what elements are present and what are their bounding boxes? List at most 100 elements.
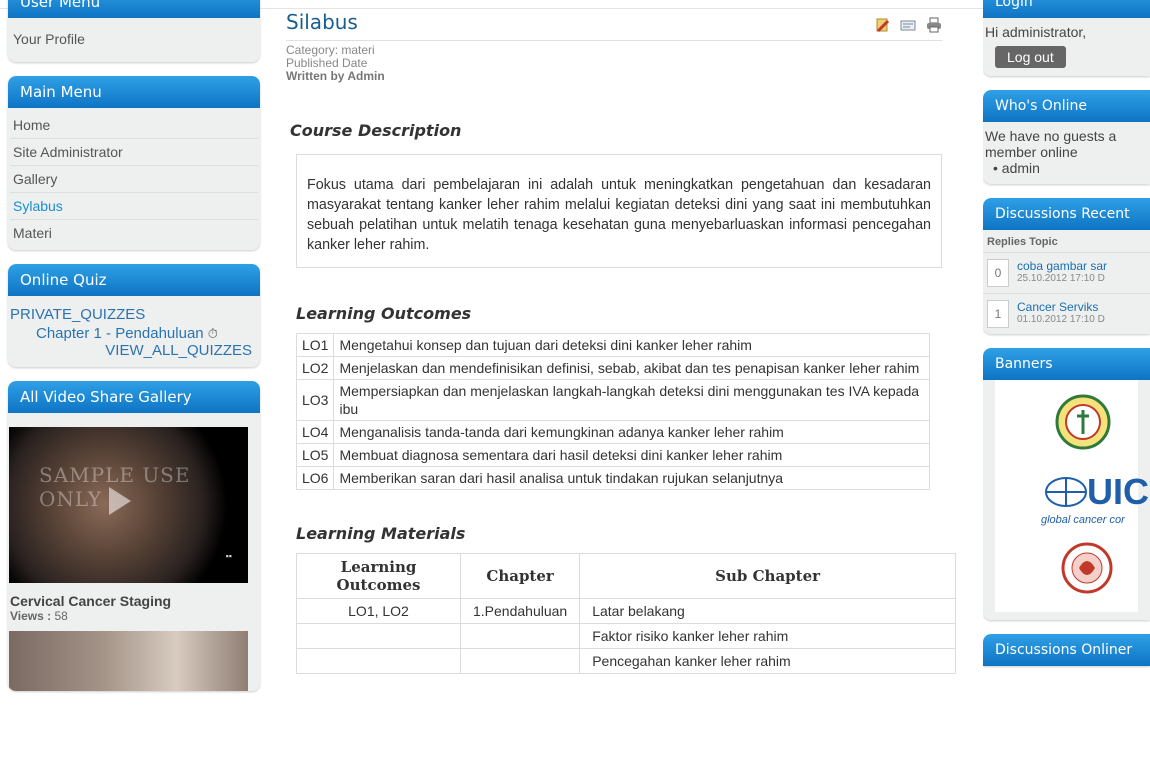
online-member-name[interactable]: admin [1002,160,1040,176]
email-icon[interactable] [900,14,916,31]
lo-text: Membuat diagnosa sementara dari hasil de… [333,443,930,467]
menu-item-your-profile[interactable]: Your Profile [10,26,258,52]
video-logo-icon: ▪▪ [225,551,232,561]
mat-chapter: 1.Pendahuluan [459,598,581,624]
mat-sub: Pencegahan kanker leher rahim [579,648,956,674]
topic-date: 01.10.2012 17:10 D [1017,314,1105,325]
table-row: LO3 Mempersiapkan dan menjelaskan langkah… [295,379,930,421]
list-item: 0 coba gambar sar 25.10.2012 17:10 D [983,253,1150,294]
table-row: LO2 Menjelaskan dan mendefinisikan defini… [295,356,930,380]
mat-sub: Faktor risiko kanker leher rahim [579,623,956,649]
table-row: LO1 Mengetahui konsep dan tujuan dari det… [295,333,930,357]
lo-text: Mempersiapkan dan menjelaskan langkah-la… [333,379,930,421]
view-all-quizzes-link[interactable]: VIEW_ALL_QUIZZES [8,342,260,359]
learning-outcomes-table: LO1 Mengetahui konsep dan tujuan dari det… [295,333,930,490]
lo-text: Menjelaskan dan mendefinisikan definisi,… [333,356,930,380]
uicc-subtext: global cancer cor [1041,514,1126,526]
edit-icon[interactable] [874,14,890,33]
table-row: LO4 Menganalisis tanda-tanda dari kemungk… [295,420,930,444]
topic-link[interactable]: coba gambar sar [1017,259,1107,273]
uicc-text: UICC [1087,471,1150,512]
login-greeting: Hi administrator, [985,24,1087,40]
table-header-row: Learning Outcomes Chapter Sub Chapter [296,553,956,599]
article-meta: Category: materi Published Date Written … [286,44,942,83]
lo-code: LO2 [295,356,335,380]
article-title-bar: Silabus [286,10,942,41]
video-thumbnail-2[interactable] [9,631,248,691]
video-title[interactable]: Cervical Cancer Staging [8,587,260,609]
discussions-header: Replies Topic [983,230,1150,253]
right-sidebar: Login Hi administrator, Log out Who's On… [983,0,1150,680]
lo-code: LO5 [295,443,335,467]
banner-area[interactable]: UICC global cancer cor [995,380,1150,612]
video-gallery-box: All Video Share Gallery SAMPLE USE ONLY … [8,381,260,691]
menu-item-site-administrator[interactable]: Site Administrator [10,139,258,166]
main-menu-title: Main Menu [8,76,260,108]
quiz-chapter-link[interactable]: Chapter 1 - Pendahuluan [36,325,204,342]
table-row: Pencegahan kanker leher rahim [296,648,956,674]
table-row: Faktor risiko kanker leher rahim [296,623,956,649]
lo-text: Mengetahui konsep dan tujuan dari deteks… [333,333,930,357]
private-quizzes-link[interactable]: PRIVATE_QUIZZES [8,306,260,323]
left-sidebar: User Menu Your Profile Main Menu Home Si… [8,0,260,705]
reply-count: 1 [987,300,1009,328]
menu-item-materi[interactable]: Materi [10,220,258,246]
login-title: Login [983,0,1150,18]
lo-code: LO3 [295,379,335,421]
discussions-online-title: Discussions Onliner [983,634,1150,666]
col-header-sub-chapter: Sub Chapter [579,553,956,599]
views-label: Views : [10,609,52,623]
online-text-2: member online [985,144,1078,160]
mat-sub: Latar belakang [579,598,956,624]
menu-item-home[interactable]: Home [10,112,258,139]
logout-button[interactable]: Log out [995,46,1066,68]
user-menu-title: User Menu [8,0,260,18]
whos-online-title: Who's Online [983,90,1150,122]
banners-box: Banners UICC global cancer cor [983,348,1150,620]
article-icons [874,14,942,33]
table-row: LO6 Memberikan saran dari hasil analisa u… [295,466,930,490]
discussions-recent-title: Discussions Recent [983,198,1150,230]
menu-item-gallery[interactable]: Gallery [10,166,258,193]
article-author: Written by Admin [286,70,942,83]
lo-text: Memberikan saran dari hasil analisa untu… [333,466,930,490]
play-icon[interactable] [109,487,131,515]
reply-count: 0 [987,259,1009,287]
video-views: Views : 58 [8,609,260,631]
whos-online-box: Who's Online We have no guests a member … [983,90,1150,184]
mat-chapter [459,648,581,674]
main-menu-box: Main Menu Home Site Administrator Galler… [8,76,260,250]
banners-title: Banners [983,348,1150,380]
discussions-online-box: Discussions Onliner [983,634,1150,666]
learning-materials-table: Learning Outcomes Chapter Sub Chapter LO… [296,553,956,674]
article-author-text: Written by Admin [286,69,385,83]
menu-item-sylabus[interactable]: Sylabus [10,193,258,220]
timer-icon: ⏱ [207,326,218,341]
user-menu-box: User Menu Your Profile [8,0,260,62]
online-quiz-box: Online Quiz PRIVATE_QUIZZES Chapter 1 - … [8,264,260,367]
mat-lo: LO1, LO2 [296,598,461,624]
table-row: LO5 Membuat diagnosa sementara dari hasil… [295,443,930,467]
learning-materials-heading: Learning Materials [296,524,466,543]
login-box: Login Hi administrator, Log out [983,0,1150,76]
course-description-text: Fokus utama dari pembelajaran ini adalah… [296,154,942,268]
video-thumbnail[interactable]: SAMPLE USE ONLY ▪▪ [9,427,248,583]
discussions-recent-box: Discussions Recent Replies Topic 0 coba … [983,198,1150,334]
topic-link[interactable]: Cancer Serviks [1017,300,1105,314]
article-category: Category: materi [286,43,375,57]
article-title: Silabus [286,10,358,34]
col-header-learning-outcomes: Learning Outcomes [296,553,461,599]
article-content: Silabus Category: materi Published Date … [286,10,956,674]
lo-code: LO6 [295,466,335,490]
online-quiz-title: Online Quiz [8,264,260,296]
course-description-heading: Course Description [290,121,462,140]
online-member: • admin [993,160,1040,176]
lo-code: LO1 [295,333,335,357]
views-count: 58 [54,609,68,623]
quiz-chapter-row: Chapter 1 - Pendahuluan ⏱ [8,323,260,342]
banner-logos-icon: UICC global cancer cor [1041,394,1150,594]
lo-text: Menganalisis tanda-tanda dari kemungkina… [333,420,930,444]
mat-lo [296,623,461,649]
print-icon[interactable] [926,14,942,33]
mat-lo [296,648,461,674]
